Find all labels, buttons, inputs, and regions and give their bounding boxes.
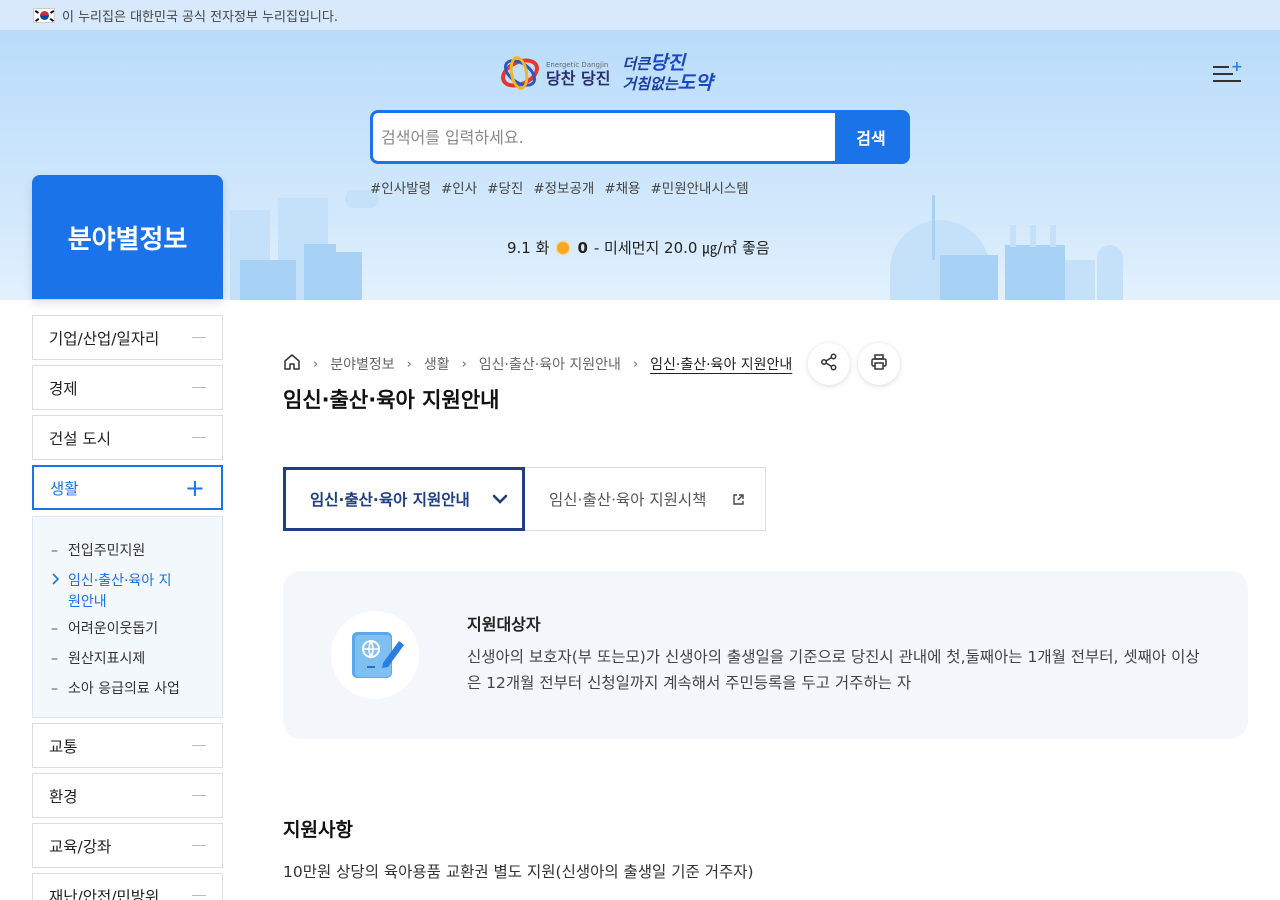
tag-link[interactable]: #채용 — [604, 177, 640, 197]
gov-notice-text: 이 누리집은 대한민국 공식 전자정부 누리집입니다. — [62, 9, 338, 25]
weather-temp: 0 — [577, 238, 588, 257]
page-title: 임신·출산·육아 지원안내 — [283, 388, 500, 412]
sidebar-item-label: 생활 — [50, 479, 79, 498]
submenu-item[interactable]: – 소아 응급의료 사업 — [51, 679, 222, 700]
breadcrumb-current: 임신·출산·육아 지원안내 — [650, 357, 793, 373]
logo-slogan: 더큰당진 거침없는도약 — [622, 52, 713, 94]
submenu-item[interactable]: – 어려운이웃돕기 — [51, 619, 222, 640]
share-button[interactable] — [808, 343, 850, 385]
printer-icon — [870, 353, 888, 375]
sidebar-item-construction[interactable]: 건설 도시 — [32, 415, 223, 460]
eligibility-text: 신생아의 보호자(부 또는모)가 신생아의 출생일을 기준으로 당진시 관내에 … — [467, 648, 1200, 692]
city-logo[interactable]: Energetic Dangjin 당찬 당진 더큰당진 거침없는도약 — [496, 48, 713, 100]
sidebar-item-environment[interactable]: 환경 — [32, 773, 223, 818]
tab-support-policy[interactable]: 임신·출산·육아 지원시책 — [525, 467, 766, 531]
support-section-text: 10만원 상당의 육아용품 교환권 별도 지원(신생아의 출생일 기준 거주자) — [283, 863, 754, 881]
collapse-dash-icon — [192, 386, 206, 389]
tag-link[interactable]: #당진 — [487, 177, 523, 197]
plus-icon: + — [1231, 59, 1243, 75]
gov-notice-bar: 이 누리집은 대한민국 공식 전자정부 누리집입니다. — [0, 0, 1280, 30]
tab-support-guide[interactable]: 임신·출산·육아 지원안내 — [283, 467, 525, 531]
print-button[interactable] — [858, 343, 900, 385]
all-menu-button[interactable]: + — [1213, 59, 1243, 84]
document-icon — [331, 611, 419, 699]
breadcrumb-link[interactable]: 임신·출산·육아 지원안내 — [479, 354, 621, 374]
chevron-right-icon: › — [632, 356, 639, 372]
eligibility-box: 지원대상자 신생아의 보호자(부 또는모)가 신생아의 출생일을 기준으로 당진… — [283, 571, 1248, 739]
weather-date: 9.1 화 — [507, 239, 550, 257]
sidebar-item-business[interactable]: 기업/산업/일자리 — [32, 315, 223, 360]
tag-link[interactable]: #민원안내시스템 — [650, 177, 748, 197]
collapse-dash-icon — [192, 894, 206, 897]
weather-dust: - 미세먼지 20.0 ㎍/㎥ 좋음 — [593, 239, 770, 257]
submenu-item[interactable]: – 전입주민지원 — [51, 541, 222, 562]
sidebar-item-label: 환경 — [49, 787, 78, 806]
collapse-dash-icon — [192, 744, 206, 747]
home-icon[interactable] — [283, 353, 301, 375]
logo-name: 당찬 당진 — [546, 68, 611, 88]
sidebar-item-safety[interactable]: 재난/안전/민방위 — [32, 873, 223, 900]
support-section-title: 지원사항 — [283, 819, 353, 841]
chevron-right-icon: › — [461, 356, 467, 372]
breadcrumb: › 분야별정보 › 생활 › 임신·출산·육아 지원안내 › 임신·출산·육아 … — [283, 351, 792, 377]
external-link-icon — [732, 492, 745, 510]
chevron-right-icon: › — [313, 356, 319, 372]
tag-link[interactable]: #인사발령 — [370, 177, 431, 197]
sidebar-item-education[interactable]: 교육/강좌 — [32, 823, 223, 868]
sidebar-item-label: 재난/안전/민방위 — [49, 887, 160, 900]
tab-label: 임신·출산·육아 지원시책 — [549, 491, 707, 509]
sidebar-item-label: 경제 — [49, 379, 78, 398]
collapse-dash-icon — [192, 336, 206, 339]
submenu-item-active[interactable]: 임신·출산·육아 지원안내 — [51, 571, 222, 613]
collapse-dash-icon — [192, 436, 206, 439]
sidebar-item-economy[interactable]: 경제 — [32, 365, 223, 410]
sun-icon — [555, 239, 572, 256]
eligibility-heading: 지원대상자 — [467, 615, 541, 634]
city-emblem-icon — [496, 52, 544, 96]
dash-icon: – — [51, 543, 58, 559]
dash-icon: – — [51, 621, 58, 637]
sidebar-submenu: – 전입주민지원 임신·출산·육아 지원안내 – 어려운이웃돕기 – 원산지표시제 –… — [32, 516, 223, 718]
share-icon — [820, 353, 838, 375]
category-title: 분야별정보 — [32, 175, 223, 299]
sidebar-item-label: 교통 — [49, 737, 78, 756]
chevron-right-icon: › — [406, 356, 412, 372]
tag-link[interactable]: #인사 — [441, 177, 477, 197]
chevron-right-icon — [51, 571, 68, 613]
collapse-dash-icon — [192, 844, 206, 847]
korea-flag-icon — [33, 7, 55, 23]
breadcrumb-link[interactable]: 생활 — [424, 354, 450, 374]
logo-subtitle: Energetic Dangjin — [546, 60, 609, 69]
popular-tags: #인사발령 #인사 #당진 #정보공개 #채용 #민원안내시스템 — [370, 177, 749, 197]
sidebar-item-living[interactable]: 생활 + — [32, 465, 223, 510]
sidebar-item-label: 기업/산업/일자리 — [49, 329, 160, 348]
breadcrumb-link[interactable]: 분야별정보 — [330, 354, 394, 374]
sidebar-item-traffic[interactable]: 교통 — [32, 723, 223, 768]
dash-icon: – — [51, 681, 58, 697]
sidebar-item-label: 건설 도시 — [49, 429, 111, 448]
search-button[interactable]: 검색 — [835, 113, 907, 161]
plus-icon: + — [184, 473, 205, 502]
tag-link[interactable]: #정보공개 — [533, 177, 594, 197]
submenu-item[interactable]: – 원산지표시제 — [51, 649, 222, 670]
search-bar: 검색 — [370, 110, 910, 164]
chevron-down-icon — [492, 491, 508, 509]
dash-icon: – — [51, 651, 58, 667]
search-input[interactable] — [373, 113, 835, 161]
sidebar-item-label: 교육/강좌 — [49, 837, 112, 856]
tab-label: 임신·출산·육아 지원안내 — [310, 491, 470, 509]
collapse-dash-icon — [192, 794, 206, 797]
weather-info: 9.1 화 0 - 미세먼지 20.0 ㎍/㎥ 좋음 — [507, 237, 770, 258]
